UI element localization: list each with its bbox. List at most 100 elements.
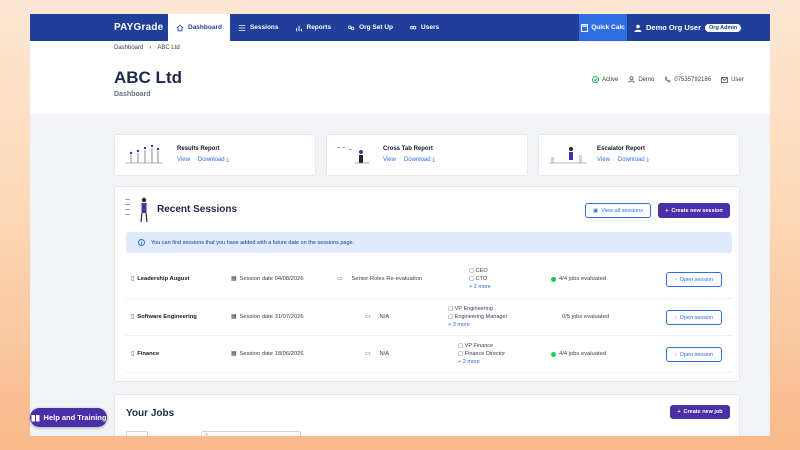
nav-dashboard-label: Dashboard (188, 24, 222, 31)
create-session-label: Create new session (671, 207, 723, 214)
session-row: ▯ Leadership August ▦ Session date 04/08/2… (126, 262, 732, 299)
nav-sessions[interactable]: Sessions (230, 14, 287, 41)
job-item: ▢ VP Finance (458, 343, 494, 349)
open-session-button[interactable]: › Open session (666, 310, 722, 325)
results-report-title: Results Report (177, 146, 220, 152)
your-jobs-card: Your Jobs + Create new job ⌕ (114, 394, 740, 436)
nav-org-setup[interactable]: Org Set Up (339, 14, 401, 41)
page-size-select[interactable] (126, 431, 148, 436)
info-banner: You can find sessions that you have adde… (126, 232, 732, 253)
job-name: CEO (475, 268, 488, 274)
more-jobs-label: 3 more (452, 322, 470, 328)
status-text: Active (602, 76, 619, 83)
check-circle-icon (592, 76, 599, 83)
calculator-icon (581, 23, 589, 32)
results-view-link[interactable]: View (177, 157, 190, 164)
session-description: N/A (379, 314, 390, 320)
nav-dashboard[interactable]: Dashboard (168, 14, 230, 41)
org-item: Demo (628, 76, 654, 83)
logo[interactable]: PAYGrade (114, 22, 163, 33)
quick-calc-label: Quick Calc (591, 24, 625, 31)
mail-icon (721, 76, 729, 83)
escalator-download-label: Download (617, 157, 645, 163)
job-name: VP Engineering (454, 306, 493, 312)
user-type-item: User (721, 76, 744, 83)
download-icon: ⤓ (646, 157, 649, 163)
info-icon (138, 239, 145, 246)
user-name: Demo Org User (646, 23, 702, 32)
jobs-search-input[interactable]: ⌕ (201, 431, 301, 436)
session-date: Session date 31/07/2026 (239, 314, 304, 320)
session-name[interactable]: Software Engineering (137, 314, 197, 320)
open-session-button[interactable]: › Open session (666, 272, 722, 287)
chevron-right-icon: › (674, 276, 677, 283)
book-icon (31, 414, 40, 421)
org-icon (348, 25, 355, 30)
jobs-evaluated: 4/4 jobs evaluated (559, 351, 607, 357)
create-session-button[interactable]: + Create new session (658, 203, 730, 218)
download-icon: ⤓ (226, 157, 229, 163)
recent-sessions-card: Recent Sessions ▣ View all sessions + Cr… (114, 186, 740, 382)
comment-icon: ▭ (337, 276, 343, 282)
chevron-right-icon: › (674, 351, 677, 358)
org-meta: Active Demo 07535792186 User (592, 76, 744, 83)
doc-icon: ▯ (131, 314, 135, 320)
top-nav: PAYGrade Dashboard Sessions Reports Org … (30, 14, 770, 41)
create-job-label: Create new job (683, 409, 723, 415)
more-jobs-label: 2 more (462, 359, 480, 365)
org-text: Demo (638, 76, 655, 83)
session-description: Senior Roles Re-evaluation (351, 276, 423, 282)
users-icon (410, 25, 417, 29)
cross-tab-view-link[interactable]: View (383, 157, 396, 164)
nav-org-setup-label: Org Set Up (359, 24, 394, 31)
open-session-button[interactable]: › Open session (666, 347, 722, 362)
calendar-icon: ▦ (231, 276, 237, 282)
job-item: ▢ VP Engineering (448, 306, 493, 312)
view-all-sessions-label: View all sessions (601, 207, 643, 214)
your-jobs-title: Your Jobs (126, 408, 175, 419)
create-job-button[interactable]: + Create new job (670, 405, 730, 419)
session-name[interactable]: Leadership August (137, 276, 189, 282)
calendar-icon: ▣ (593, 207, 599, 214)
more-jobs-label: 2 more (473, 284, 491, 290)
job-name: CTO (475, 276, 488, 282)
home-icon (176, 24, 184, 31)
user-icon (634, 24, 642, 32)
escalator-report-title: Escalator Report (597, 146, 646, 152)
help-and-training-button[interactable]: Help and Training (30, 408, 107, 427)
session-row: ▯ Finance ▦ Session date 18/06/2026 ▭ N/A ▢… (126, 336, 732, 373)
plus-icon: + (677, 409, 681, 415)
escalator-illustration (549, 147, 587, 164)
job-name: VP Finance (464, 343, 494, 349)
escalator-view-link[interactable]: View (597, 157, 610, 164)
escalator-download-link[interactable]: Download ⤓ (618, 157, 649, 164)
sessions-illustration (125, 197, 148, 223)
quick-calc-button[interactable]: Quick Calc (579, 14, 627, 41)
app-window: PAYGrade Dashboard Sessions Reports Org … (30, 14, 770, 436)
breadcrumb-separator: › (149, 45, 152, 51)
breadcrumb: Dashboard › ABC Ltd (114, 45, 180, 51)
session-name[interactable]: Finance (137, 351, 159, 357)
status-item: Active (592, 76, 618, 83)
nav-users[interactable]: Users (401, 14, 447, 41)
nav-reports[interactable]: Reports (287, 14, 340, 41)
doc-icon: ▯ (131, 351, 135, 357)
more-jobs-link[interactable]: + 3 more (448, 322, 470, 328)
phone-text: 07535792186 (674, 76, 712, 83)
comment-icon: ▭ (365, 351, 371, 357)
view-all-sessions-button[interactable]: ▣ View all sessions (585, 203, 651, 218)
page-header: Dashboard › ABC Ltd ABC Ltd Dashboard Ac… (30, 41, 770, 114)
job-name: Engineering Manager (454, 314, 508, 320)
results-download-link[interactable]: Download ⤓ (198, 157, 229, 164)
escalator-report-card: Escalator Report View Download ⤓ (538, 134, 740, 176)
session-description: N/A (379, 351, 390, 357)
person-icon (628, 76, 636, 83)
phone-icon (665, 76, 671, 83)
more-jobs-link[interactable]: + 2 more (469, 284, 491, 290)
breadcrumb-dashboard[interactable]: Dashboard (114, 45, 143, 51)
role-badge: Org Admin (705, 23, 742, 32)
more-jobs-link[interactable]: + 2 more (458, 359, 480, 365)
cross-tab-download-link[interactable]: Download ⤓ (404, 157, 435, 164)
job-item: ▢ Finance Director (458, 351, 506, 357)
user-menu[interactable]: Demo Org User Org Admin (634, 14, 742, 41)
